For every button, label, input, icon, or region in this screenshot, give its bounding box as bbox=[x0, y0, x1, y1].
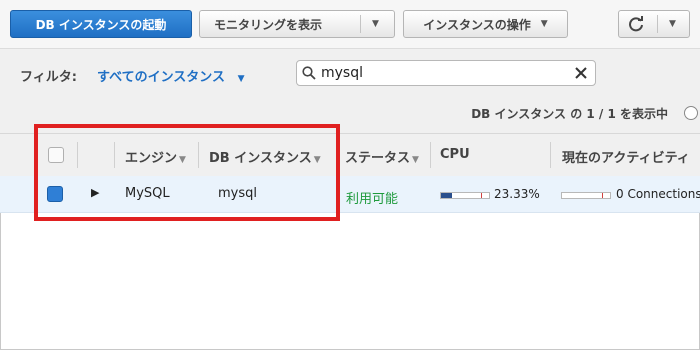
search-box[interactable]: mysql bbox=[296, 60, 596, 86]
cell-status: 利用可能 bbox=[346, 192, 399, 207]
show-monitoring-button[interactable]: モニタリングを表示 ▼ bbox=[199, 10, 395, 38]
chevron-down-icon: ▼ bbox=[237, 74, 245, 84]
cpu-usage-fill bbox=[441, 193, 453, 198]
search-icon bbox=[302, 66, 316, 80]
show-monitoring-label: モニタリングを表示 bbox=[214, 17, 323, 32]
toolbar: DB インスタンスの起動 モニタリングを表示 ▼ インスタンスの操作 ▼ ▼ bbox=[0, 0, 700, 48]
radio-button[interactable] bbox=[684, 106, 698, 120]
refresh-icon bbox=[629, 16, 643, 32]
cell-cpu-percent: 23.33% bbox=[494, 187, 540, 201]
instance-actions-label: インスタンスの操作 bbox=[423, 17, 531, 32]
column-header-activity[interactable]: 現在のアクティビティ bbox=[562, 147, 690, 166]
filter-bar: フィルタ: すべてのインスタンス ▼ mysql DB インスタンス の 1 /… bbox=[0, 48, 700, 133]
cell-connections: 0 Connections bbox=[616, 187, 700, 201]
chevron-down-icon[interactable]: ▼ bbox=[372, 19, 379, 29]
cpu-usage-bar bbox=[440, 192, 490, 199]
close-icon[interactable] bbox=[575, 67, 587, 79]
filter-label: フィルタ: bbox=[20, 70, 77, 85]
filter-dropdown[interactable]: すべてのインスタンス ▼ bbox=[97, 66, 245, 85]
highlight-box bbox=[34, 124, 340, 221]
chevron-down-icon[interactable]: ▼ bbox=[669, 19, 676, 29]
instance-actions-button[interactable]: インスタンスの操作 ▼ bbox=[403, 10, 568, 38]
column-header-status-label: ステータス bbox=[345, 151, 411, 166]
chevron-down-icon: ▼ bbox=[540, 19, 548, 29]
cpu-threshold-mark bbox=[481, 193, 482, 198]
refresh-button[interactable]: ▼ bbox=[618, 10, 690, 38]
launch-db-instance-label: DB インスタンスの起動 bbox=[35, 17, 167, 32]
search-input[interactable]: mysql bbox=[321, 65, 363, 81]
connections-bar bbox=[561, 192, 611, 199]
launch-db-instance-button[interactable]: DB インスタンスの起動 bbox=[10, 10, 192, 38]
split-divider bbox=[360, 15, 361, 33]
filter-dropdown-value: すべてのインスタンス bbox=[97, 70, 226, 85]
pagination-count: DB インスタンス の 1 / 1 を表示中 bbox=[471, 107, 668, 121]
connections-threshold-mark bbox=[602, 193, 603, 198]
sort-arrow-icon: ▼ bbox=[412, 155, 419, 165]
column-header-cpu[interactable]: CPU bbox=[440, 147, 470, 162]
split-divider bbox=[657, 15, 658, 33]
column-divider bbox=[430, 142, 431, 168]
column-divider bbox=[550, 142, 551, 168]
column-header-status[interactable]: ステータス ▼ bbox=[345, 147, 419, 166]
